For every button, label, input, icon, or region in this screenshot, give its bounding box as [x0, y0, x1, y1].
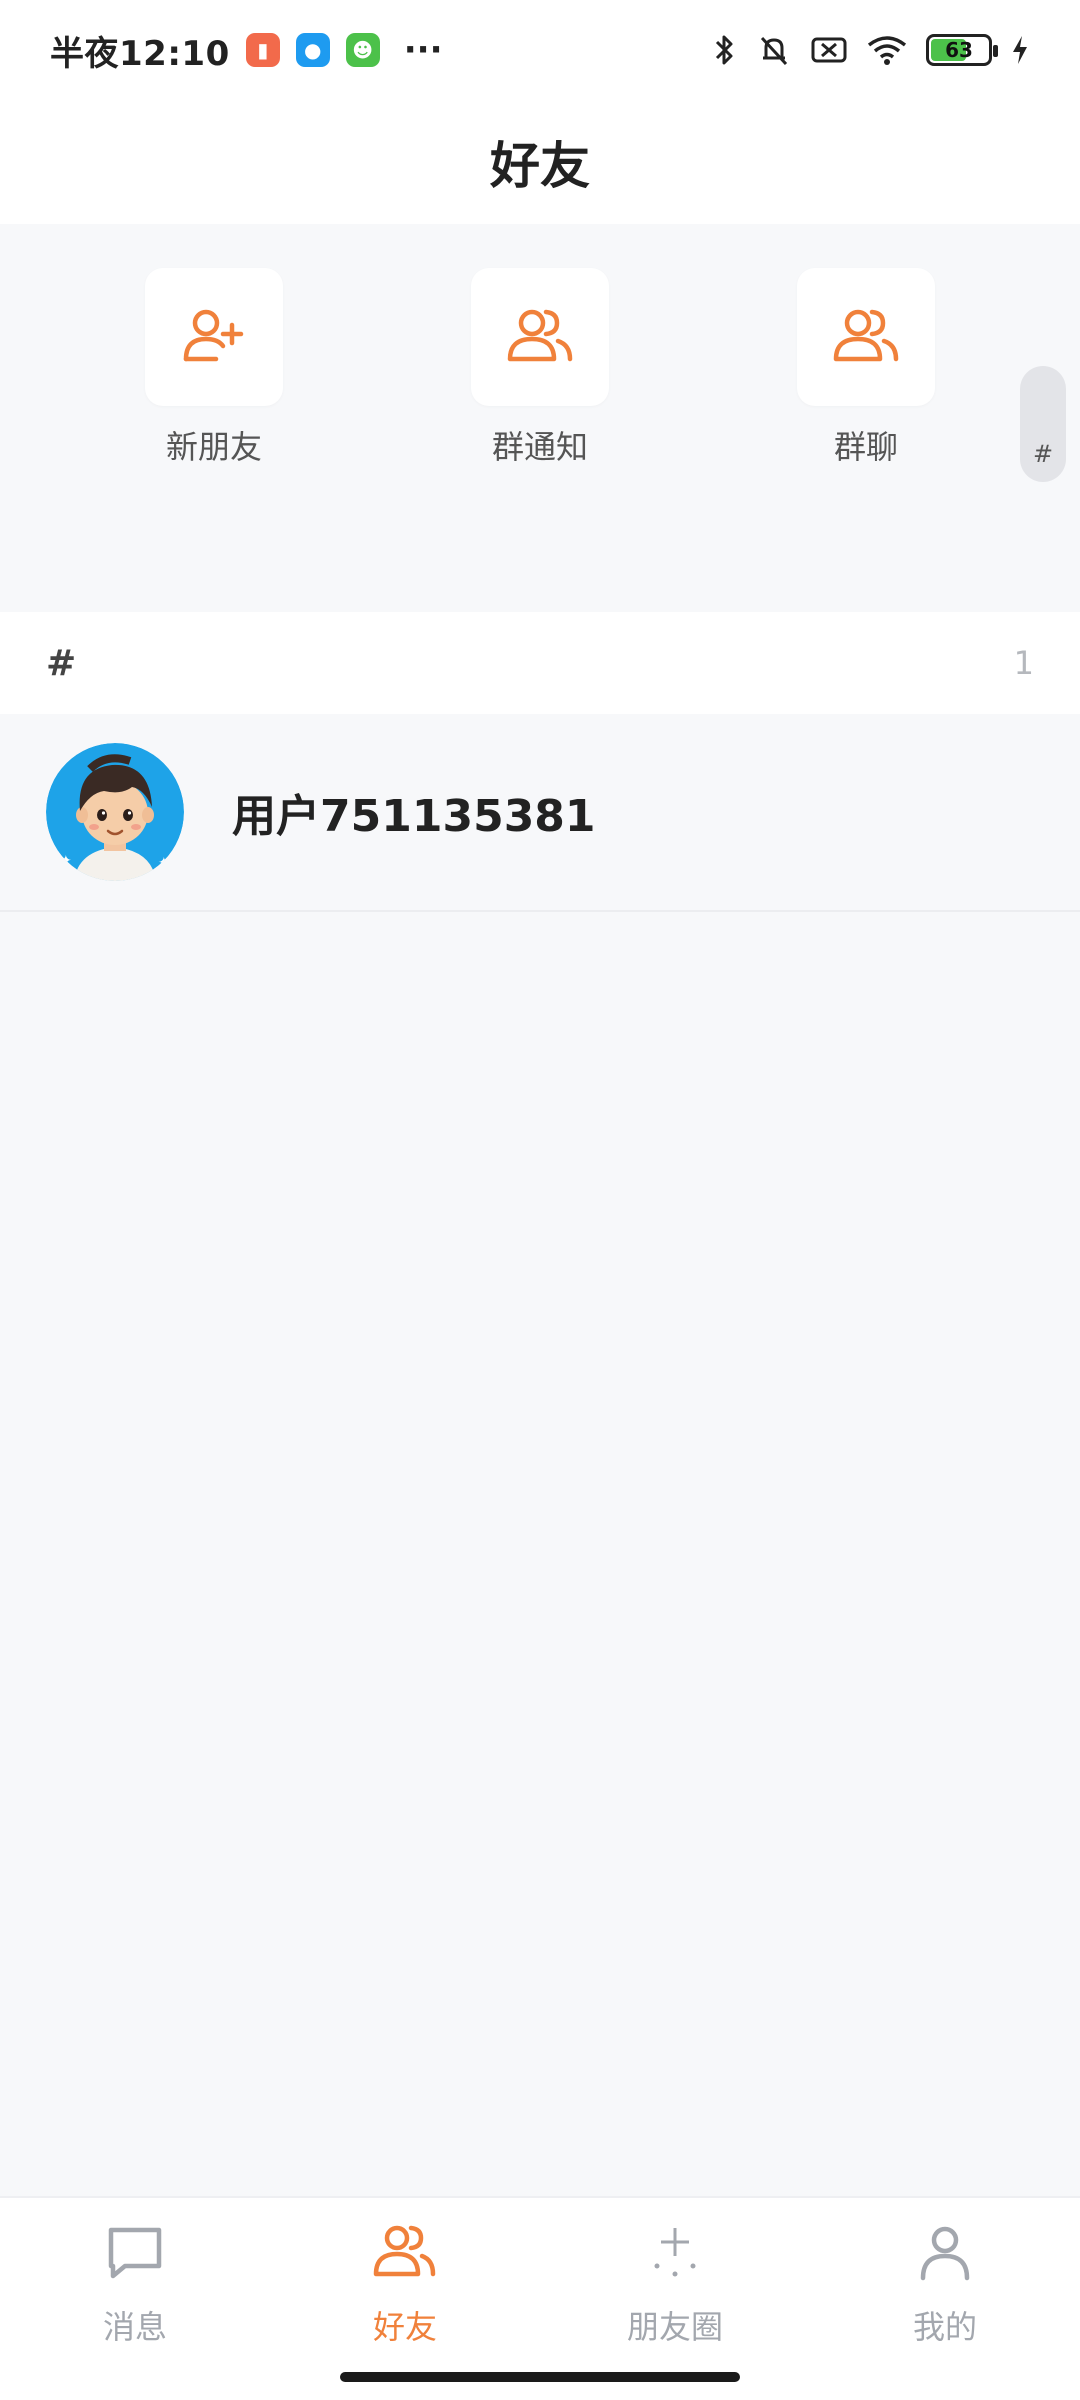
tab-messages[interactable]: 消息 [0, 2216, 270, 2348]
battery-tip [993, 45, 998, 57]
battery-indicator: 63 [926, 34, 998, 66]
friends-icon [370, 2216, 440, 2288]
group-notice-icon-box [471, 268, 609, 406]
status-bar: 半夜12:10 ▮ ● ☻ ··· 63 [0, 0, 1080, 100]
sim-off-icon [811, 37, 847, 63]
bluetooth-icon [715, 35, 733, 65]
battery-level: 63 [945, 38, 973, 62]
svg-text:✦: ✦ [60, 853, 72, 869]
app-notification-icon: ● [295, 33, 330, 67]
tab-messages-label: 消息 [102, 2308, 167, 2346]
section-count: 1 [1013, 644, 1034, 682]
section-letter: # [46, 642, 77, 684]
tab-moments-label: 朋友圈 [626, 2308, 723, 2346]
charging-icon [1013, 36, 1027, 64]
group-icon [507, 309, 573, 362]
group-chat-icon-box [797, 268, 935, 406]
tab-me-label: 我的 [912, 2308, 977, 2346]
page-header: 好友 [0, 100, 1080, 224]
tab-me[interactable]: 我的 [810, 2216, 1080, 2348]
alphabet-index-bar[interactable]: # [1020, 366, 1066, 482]
chat-bubble-icon [103, 2216, 167, 2288]
new-friends-label: 新朋友 [165, 428, 262, 466]
svg-text:✦: ✦ [158, 855, 170, 871]
section-header: # 1 [0, 612, 1080, 714]
group-notice-button[interactable]: 群通知 [440, 268, 640, 468]
bottom-navigation: 消息 好友 朋友圈 我的 [0, 2196, 1080, 2400]
group-icon [833, 309, 899, 362]
quick-actions: 新朋友 群通知 群聊 [0, 224, 1080, 610]
friend-name: 用户751135381 [232, 791, 596, 842]
group-chat-button[interactable]: 群聊 [766, 268, 966, 468]
new-friends-icon-box [145, 268, 283, 406]
status-left: 半夜12:10 ▮ ● ☻ ··· [50, 26, 442, 75]
group-notice-label: 群通知 [491, 428, 588, 466]
app-notification-icon: ☻ [345, 33, 380, 67]
group-chat-label: 群聊 [833, 428, 898, 466]
page-title: 好友 [490, 137, 590, 195]
person-icon [913, 2216, 977, 2288]
mute-bell-icon [760, 36, 788, 66]
tab-friends[interactable]: 好友 [270, 2216, 540, 2348]
add-user-icon [183, 309, 244, 362]
home-indicator[interactable] [340, 2372, 740, 2382]
sparkle-icon [643, 2216, 707, 2288]
status-right: 63 [712, 32, 1030, 68]
status-time: 半夜12:10 [50, 33, 230, 74]
index-letter[interactable]: # [1033, 440, 1053, 468]
cartoon-boy-avatar-icon: ✦ ✦ [46, 743, 184, 881]
friend-list-item[interactable]: ✦ ✦ 用户751135381 [0, 714, 1080, 912]
tab-friends-label: 好友 [372, 2308, 437, 2346]
app-notification-icon: ▮ [245, 33, 280, 67]
new-friends-button[interactable]: 新朋友 [114, 268, 314, 468]
wifi-icon [867, 36, 907, 65]
tab-moments[interactable]: 朋友圈 [540, 2216, 810, 2348]
more-notifications-icon: ··· [403, 30, 443, 70]
avatar[interactable]: ✦ ✦ [46, 743, 184, 881]
